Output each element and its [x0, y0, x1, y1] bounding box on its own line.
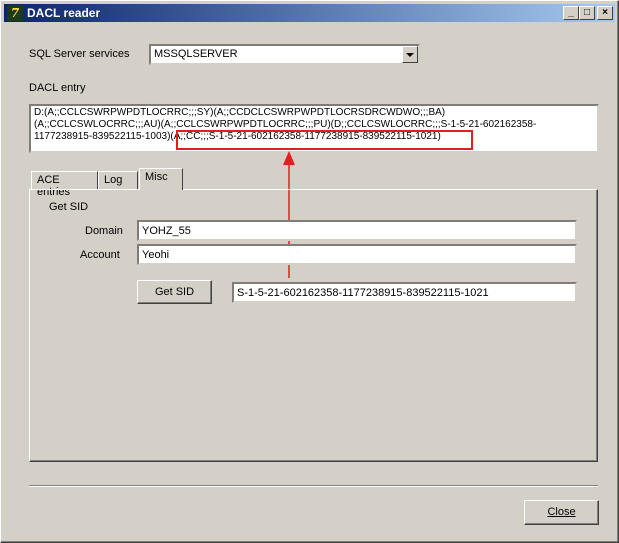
close-button[interactable]: Close — [524, 500, 599, 525]
domain-value: YOHZ_55 — [142, 225, 191, 237]
highlight-box — [176, 130, 473, 150]
delphi-app-icon: 7 — [7, 5, 23, 21]
window-title: DACL reader — [27, 6, 101, 20]
chevron-down-icon[interactable] — [402, 46, 418, 63]
main-window: 7 DACL reader _ □ × SQL Server services … — [0, 0, 619, 543]
title-bar[interactable]: 7 DACL reader _ □ × — [4, 4, 615, 22]
maximize-button[interactable]: □ — [579, 6, 595, 20]
tab-log[interactable]: Log — [98, 171, 138, 189]
get-sid-group-label: Get SID — [49, 201, 89, 213]
tab-label: Misc — [145, 171, 168, 183]
domain-label: Domain — [85, 225, 123, 237]
account-field[interactable]: Yeohi — [137, 244, 577, 265]
sid-result-field[interactable]: S-1-5-21-602162358-1177238915-839522115-… — [232, 282, 577, 303]
close-window-button[interactable]: × — [597, 6, 613, 20]
dacl-line: D:(A;;CCLCSWRPWPDTLOCRRC;;;SY)(A;;CCDCLC… — [34, 107, 446, 118]
services-selected-value: MSSQLSERVER — [154, 48, 238, 60]
sid-value: S-1-5-21-602162358-1177238915-839522115-… — [237, 287, 489, 299]
tab-ace-entries[interactable]: ACE entries — [31, 171, 98, 198]
account-label: Account — [80, 249, 120, 261]
domain-field[interactable]: YOHZ_55 — [137, 220, 577, 241]
maximize-icon: □ — [583, 7, 591, 18]
close-icon: × — [602, 7, 608, 18]
services-label: SQL Server services — [29, 48, 130, 60]
bottom-separator — [29, 485, 598, 487]
account-value: Yeohi — [142, 249, 170, 261]
dacl-label: DACL entry — [29, 82, 86, 94]
services-dropdown[interactable]: MSSQLSERVER — [149, 44, 420, 65]
tab-label: Log — [104, 174, 123, 186]
minimize-button[interactable]: _ — [563, 6, 579, 20]
tab-misc[interactable]: Misc — [139, 168, 183, 190]
get-sid-button[interactable]: Get SID — [137, 280, 212, 304]
minimize-icon: _ — [568, 7, 574, 18]
